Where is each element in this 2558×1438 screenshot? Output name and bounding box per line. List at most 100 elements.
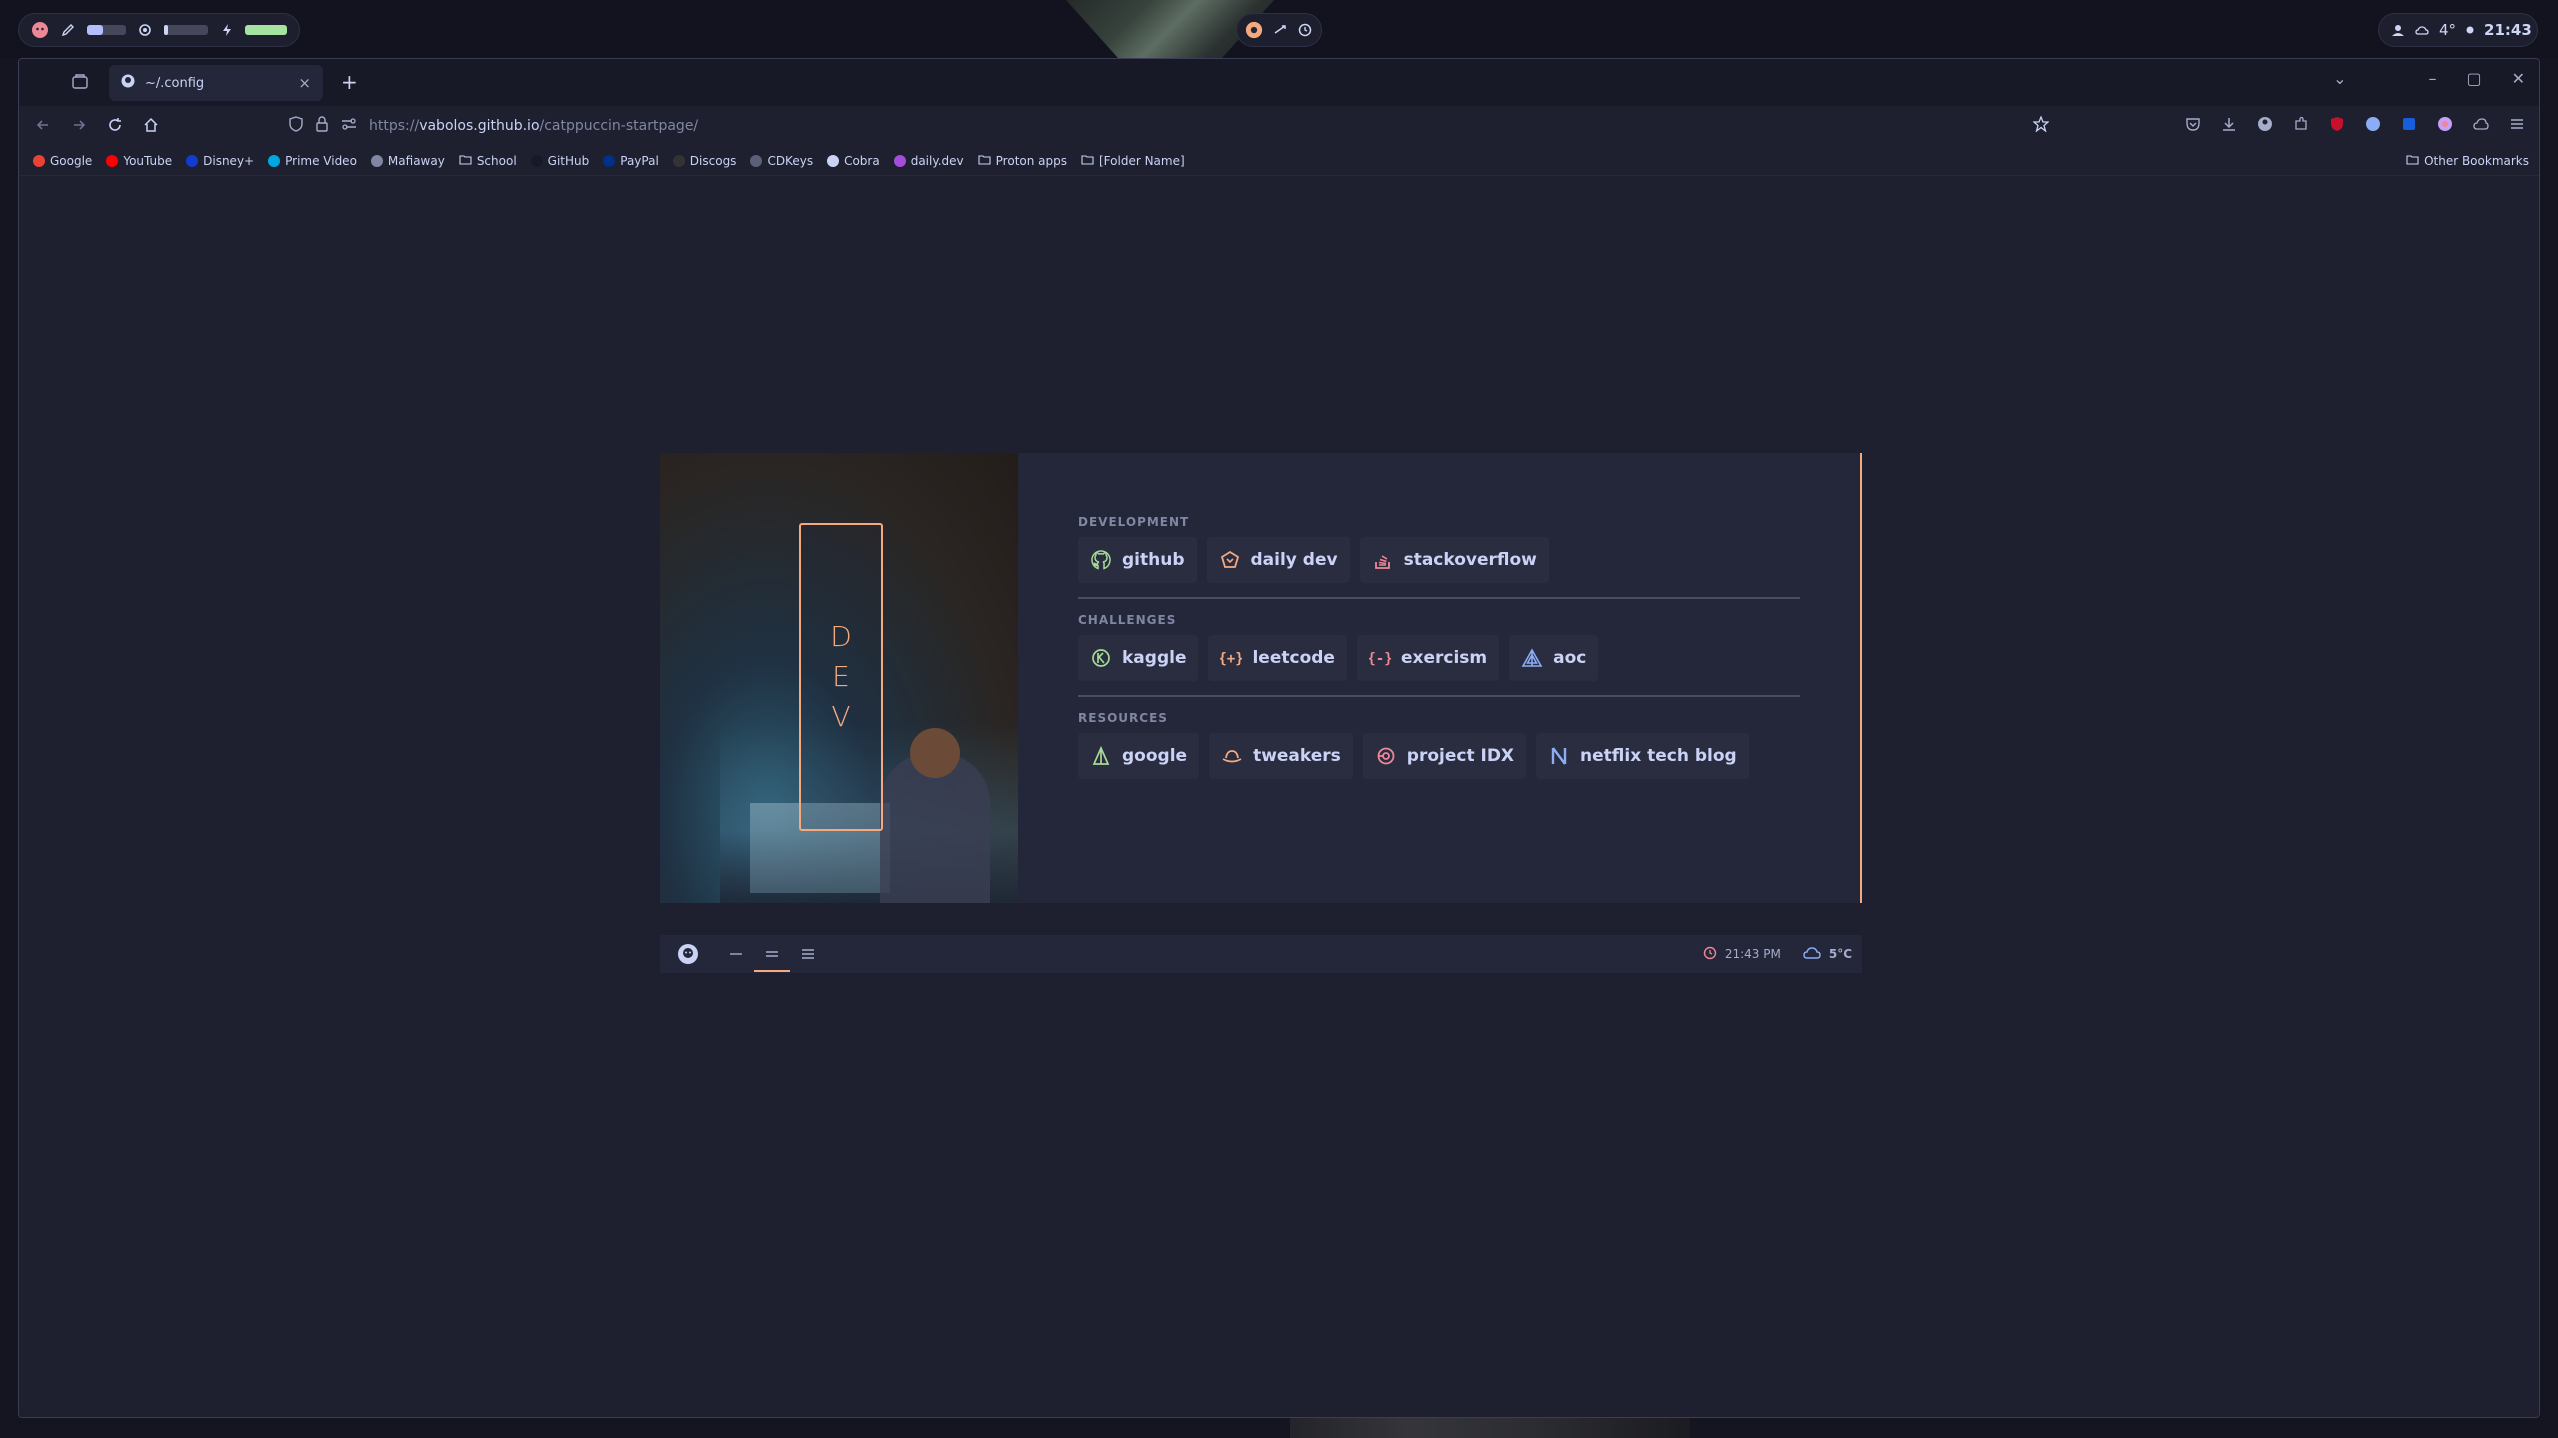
link-label: kaggle	[1122, 648, 1187, 668]
folder-icon	[2406, 154, 2419, 168]
discogs-icon	[672, 154, 685, 167]
section-title: CHALLENGES	[1078, 613, 1177, 627]
cdkeys-icon	[750, 154, 763, 167]
link-tweakers[interactable]: tweakers	[1209, 733, 1353, 779]
github-icon	[530, 154, 543, 167]
bookmark-youtube[interactable]: YouTube	[106, 154, 172, 168]
user-icon[interactable]	[2391, 21, 2405, 39]
bookmark-cdkeys[interactable]: CDKeys	[750, 154, 813, 168]
bitwarden-icon[interactable]	[2401, 116, 2417, 136]
other-bookmarks[interactable]: Other Bookmarks	[2406, 154, 2529, 168]
cat-logo-icon[interactable]	[31, 21, 49, 39]
link-aoc[interactable]: aoc	[1509, 635, 1599, 681]
url-host: vabolos.github.io	[419, 118, 540, 134]
cpu-meter	[164, 25, 208, 35]
workspace-widget	[18, 13, 300, 47]
tab-strip: ~/.config × + ⌄ – ▢ ✕	[19, 59, 2539, 106]
maximize-button[interactable]: ▢	[2466, 69, 2481, 88]
new-tab-button[interactable]: +	[341, 70, 358, 94]
bookmark-github[interactable]: GitHub	[530, 154, 589, 168]
cloud-icon	[2415, 21, 2429, 39]
link-exercism[interactable]: {-} exercism	[1356, 635, 1500, 681]
link-label: stackoverflow	[1403, 550, 1537, 570]
downloads-icon[interactable]	[2221, 116, 2237, 136]
footer-clock: 21:43 PM	[1703, 946, 1781, 963]
tab-config[interactable]: ~/.config ×	[109, 65, 323, 101]
bookmark-school[interactable]: School	[459, 154, 517, 168]
window-controls: ⌄ – ▢ ✕	[2333, 69, 2525, 88]
tab-page-3[interactable]	[790, 936, 826, 972]
forward-icon[interactable]	[71, 117, 87, 137]
link-label: aoc	[1553, 648, 1587, 668]
tab-page-1[interactable]	[718, 936, 754, 972]
list-all-tabs-button[interactable]: ⌄	[2333, 69, 2346, 88]
permissions-icon[interactable]	[341, 117, 357, 135]
cloud-icon	[1803, 946, 1821, 963]
bookmark-proton-apps[interactable]: Proton apps	[978, 154, 1067, 168]
sync-cloud-icon[interactable]	[2473, 116, 2489, 136]
bookmark-disney[interactable]: Disney+	[186, 154, 254, 168]
bookmark-label: Proton apps	[995, 153, 1067, 168]
bookmark-discogs[interactable]: Discogs	[672, 153, 737, 168]
bookmark-folder-name[interactable]: [Folder Name]	[1081, 154, 1185, 168]
vpn-icon[interactable]	[2365, 116, 2381, 136]
record-icon[interactable]	[1245, 21, 1263, 39]
link-kaggle[interactable]: kaggle	[1078, 635, 1199, 681]
close-window-button[interactable]: ✕	[2512, 69, 2525, 88]
desktop-top-bar: 4° 21:43	[0, 0, 2558, 58]
link-google[interactable]: google	[1078, 733, 1200, 779]
bookmark-mafiaway[interactable]: Mafiaway	[370, 153, 445, 168]
shuffle-icon[interactable]	[1271, 21, 1288, 39]
link-github[interactable]: github	[1078, 537, 1197, 583]
google-icon	[33, 154, 45, 167]
timer-icon[interactable]	[1296, 21, 1313, 39]
home-icon[interactable]	[143, 117, 159, 137]
tab-close-button[interactable]: ×	[298, 74, 311, 92]
tab-groups-icon[interactable]	[71, 73, 89, 95]
bookmark-paypal[interactable]: PayPal	[603, 154, 659, 168]
stylus-icon[interactable]	[2437, 116, 2453, 136]
banner-letter-d: D	[830, 620, 852, 653]
bookmark-daily-dev[interactable]: daily.dev	[893, 153, 964, 168]
footer-status: 21:43 PM 5°C	[1703, 946, 1852, 963]
account-icon[interactable]	[2257, 116, 2273, 136]
ublock-icon[interactable]	[2329, 116, 2345, 136]
tab-title: ~/.config	[145, 75, 205, 91]
bookmark-google[interactable]: Google	[33, 154, 92, 168]
url-bar[interactable]: https://vabolos.github.io/catppuccin-sta…	[289, 110, 2050, 142]
link-stackoverflow[interactable]: stackoverflow	[1359, 537, 1549, 583]
bookmark-cobra[interactable]: Cobra	[827, 154, 880, 168]
minimize-button[interactable]: –	[2428, 69, 2436, 88]
pocket-icon[interactable]	[2185, 116, 2201, 136]
bookmark-label: Prime Video	[285, 153, 357, 168]
tab-page-2[interactable]	[754, 936, 790, 972]
url-text[interactable]: https://vabolos.github.io/catppuccin-sta…	[369, 118, 698, 134]
shield-icon[interactable]	[289, 116, 303, 136]
bookmark-label: Discogs	[689, 153, 737, 168]
lock-icon[interactable]	[315, 116, 329, 136]
link-project-idx[interactable]: project IDX	[1362, 733, 1527, 779]
bookmark-star-icon[interactable]	[2032, 115, 2050, 136]
bookmark-label: daily.dev	[910, 153, 964, 168]
link-daily-dev[interactable]: daily dev	[1206, 537, 1350, 583]
back-icon[interactable]	[35, 117, 51, 137]
extensions-icon[interactable]	[2293, 116, 2309, 136]
link-leetcode[interactable]: {+} leetcode	[1208, 635, 1347, 681]
section-title: RESOURCES	[1078, 711, 1168, 725]
bookmark-label: Google	[50, 153, 93, 168]
reload-icon[interactable]	[107, 117, 123, 137]
link-netflix-tech-blog[interactable]: netflix tech blog	[1536, 733, 1749, 779]
menu-icon[interactable]	[2509, 116, 2525, 136]
disney-icon	[186, 154, 199, 167]
github-icon[interactable]	[670, 936, 706, 972]
bookmarks-toolbar: Google YouTube Disney+ Prime Video Mafiaway S…	[19, 146, 2539, 176]
bookmark-label: Mafiaway	[387, 153, 445, 168]
artwork-head	[910, 728, 960, 778]
link-label: netflix tech blog	[1580, 746, 1737, 766]
svg-text:{-}: {-}	[1369, 651, 1391, 667]
bookmark-label: CDKeys	[767, 153, 814, 168]
stackoverflow-icon	[1372, 549, 1394, 571]
leetcode-icon: {+}	[1220, 647, 1242, 669]
link-row: github daily dev stackoverflow	[1078, 537, 1800, 599]
bookmark-prime-video[interactable]: Prime Video	[268, 154, 357, 168]
